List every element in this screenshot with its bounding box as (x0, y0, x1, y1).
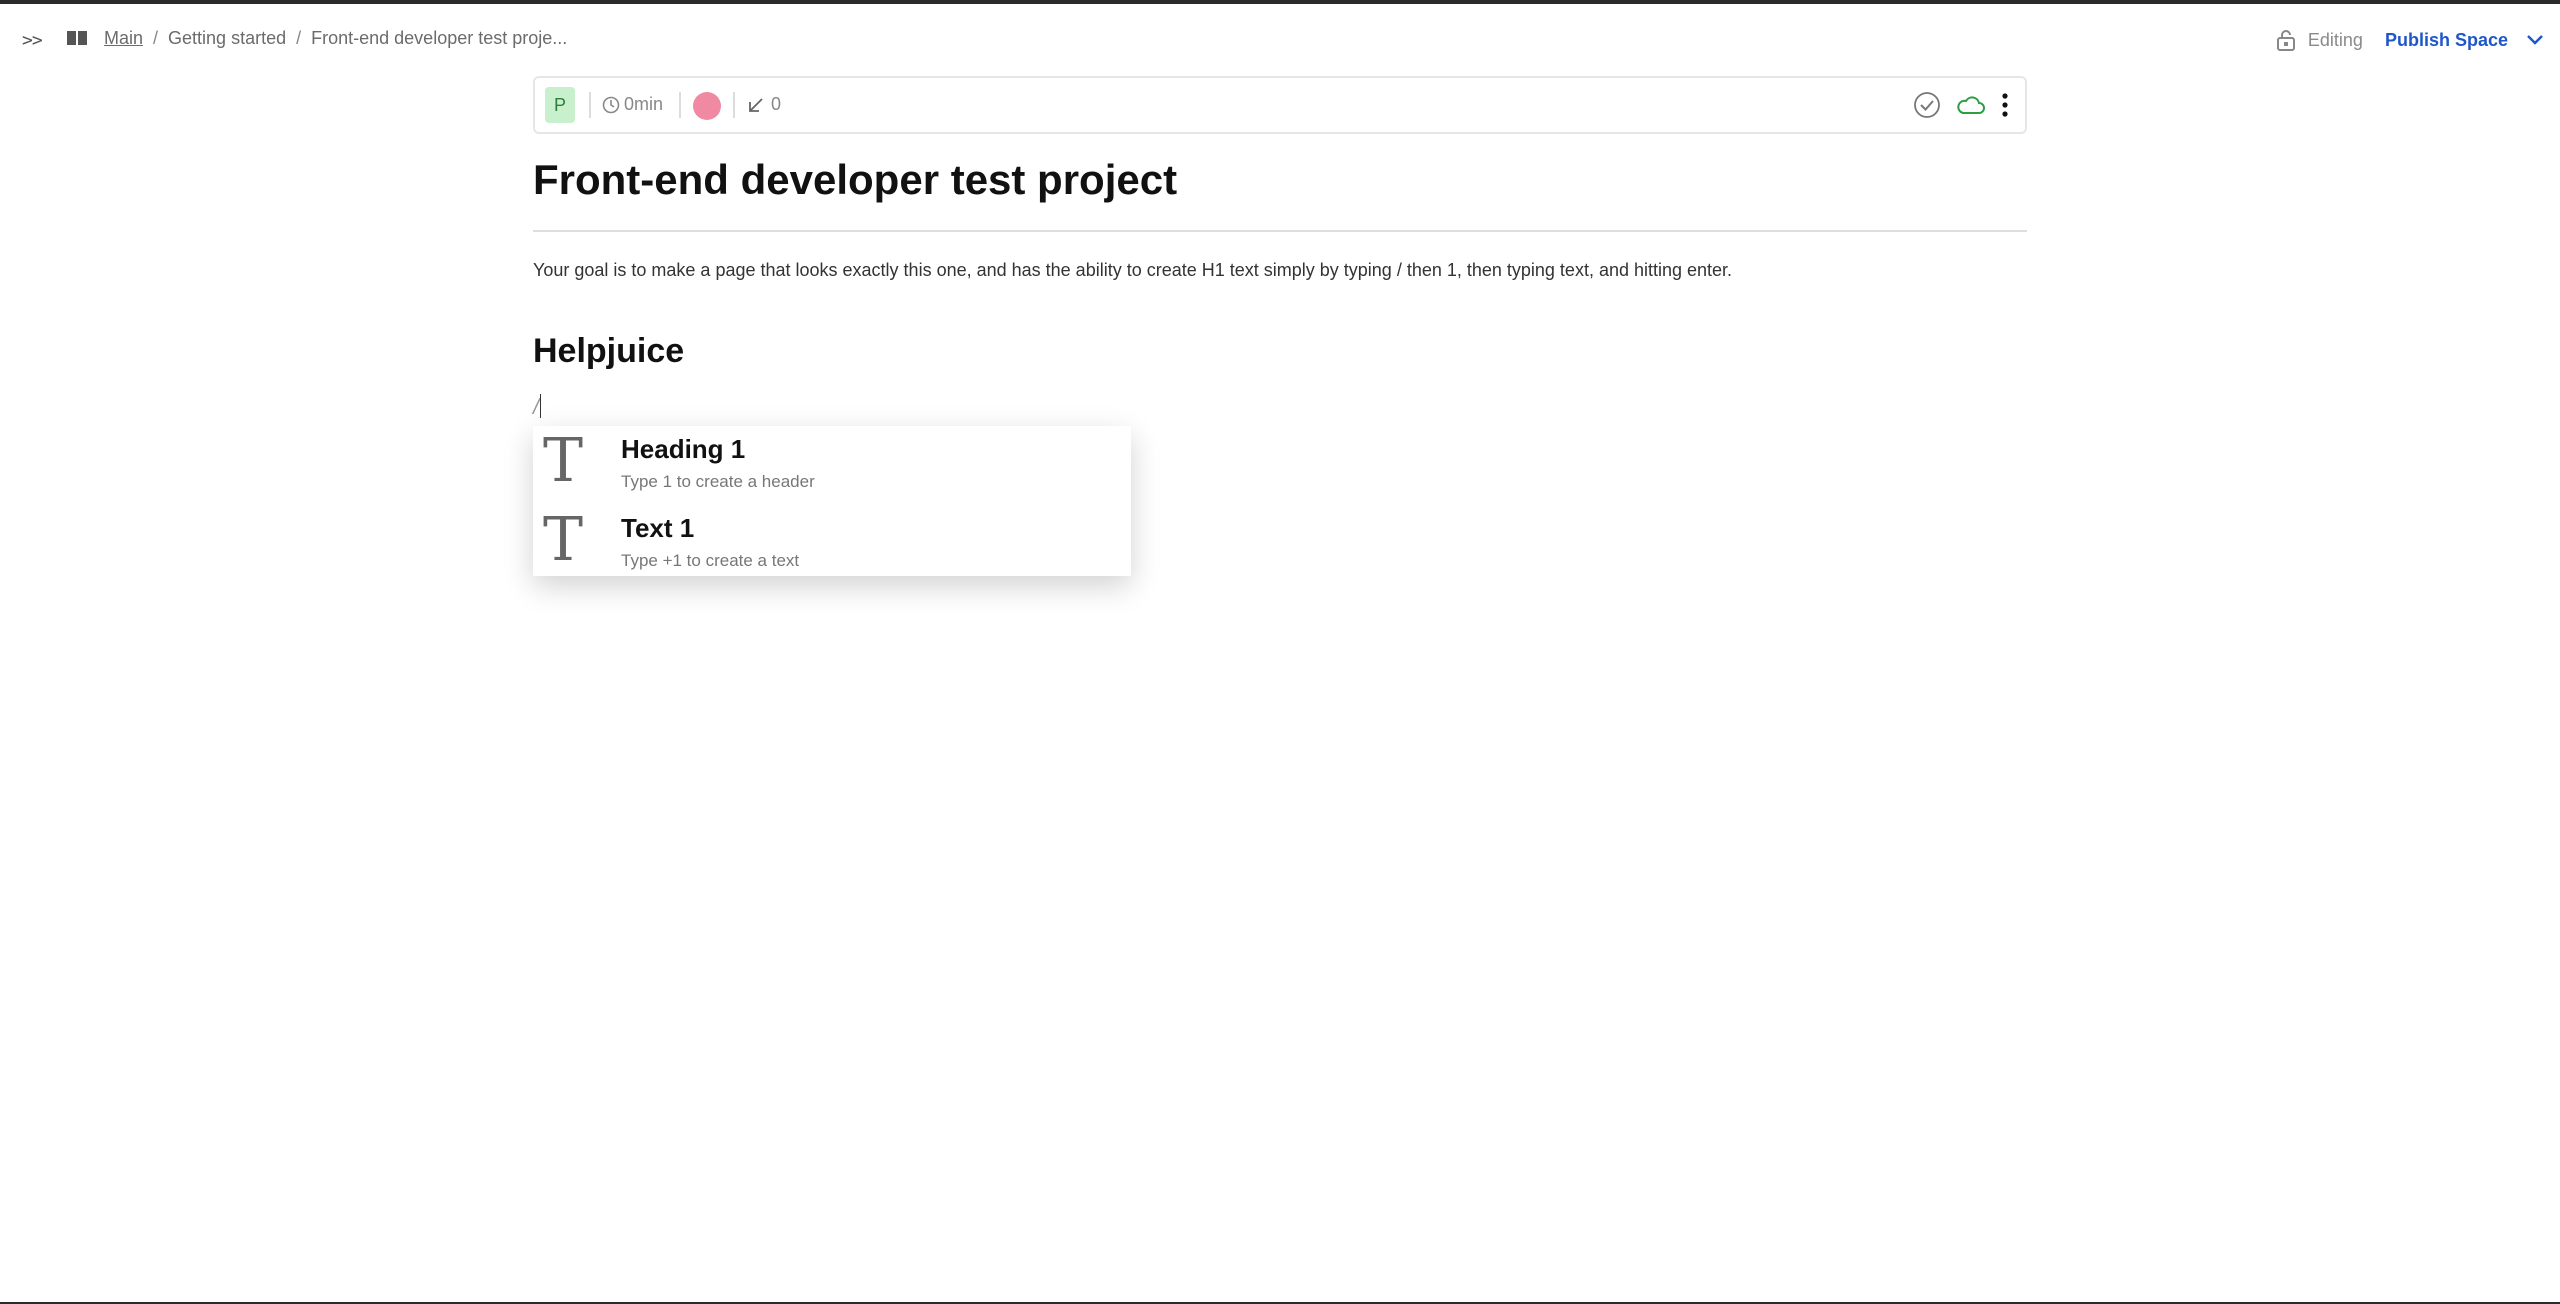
title-divider (533, 230, 2027, 232)
command-input-line[interactable]: / (533, 394, 542, 420)
command-input-text: / (533, 394, 540, 419)
breadcrumb-separator: / (153, 28, 159, 48)
more-options-icon[interactable] (2001, 92, 2009, 118)
chevron-down-icon[interactable] (2526, 34, 2544, 46)
slash-command-menu: T Heading 1 Type 1 to create a header T … (533, 426, 1131, 576)
author-avatar[interactable]: P (545, 87, 575, 123)
document-toolbar: P 0min 0 (533, 76, 2027, 134)
expand-sidebar-button[interactable]: >> (22, 30, 43, 51)
backlinks-count[interactable]: 0 (771, 94, 781, 115)
heading-1-block[interactable]: Helpjuice (533, 332, 684, 371)
menu-item-title: Heading 1 (621, 434, 746, 464)
text-type-icon: T (543, 505, 584, 575)
menu-item-heading-1[interactable]: T Heading 1 Type 1 to create a header (533, 426, 1131, 504)
menu-item-description: Type 1 to create a header (621, 472, 815, 491)
breadcrumb-item-current-page[interactable]: Front-end developer test proje... (311, 28, 567, 48)
toolbar-divider (733, 92, 735, 118)
page-title[interactable]: Front-end developer test project (533, 156, 1177, 204)
paragraph-block[interactable]: Your goal is to make a page that looks e… (533, 260, 1732, 281)
header-actions: Editing Publish Space (2276, 28, 2544, 52)
check-circle-icon[interactable] (1913, 91, 1941, 119)
book-icon[interactable] (66, 30, 88, 46)
menu-item-title: Text 1 (621, 513, 695, 543)
breadcrumb-separator: / (296, 28, 302, 48)
breadcrumb-item-getting-started[interactable]: Getting started (168, 28, 286, 48)
text-caret (540, 394, 542, 418)
breadcrumb: Main / Getting started / Front-end developer… (104, 28, 567, 49)
user-avatar[interactable] (693, 92, 721, 120)
lock-icon[interactable] (2276, 29, 2296, 51)
toolbar-divider (679, 92, 681, 118)
backlink-arrow-icon (749, 98, 763, 112)
editing-status: Editing (2307, 29, 2363, 50)
menu-item-text-1[interactable]: T Text 1 Type +1 to create a text (533, 505, 1131, 583)
breadcrumb-item-main[interactable]: Main (104, 28, 143, 48)
reading-time: 0min (624, 94, 664, 114)
toolbar-divider (589, 92, 591, 118)
cloud-icon[interactable] (1956, 94, 1986, 116)
menu-item-description: Type +1 to create a text (621, 551, 800, 570)
clock-icon (602, 96, 620, 114)
text-type-icon: T (543, 426, 584, 496)
top-header: >> Main / Getting started / Front-end develo… (0, 4, 2560, 76)
publish-space-button[interactable]: Publish Space (2385, 30, 2508, 51)
